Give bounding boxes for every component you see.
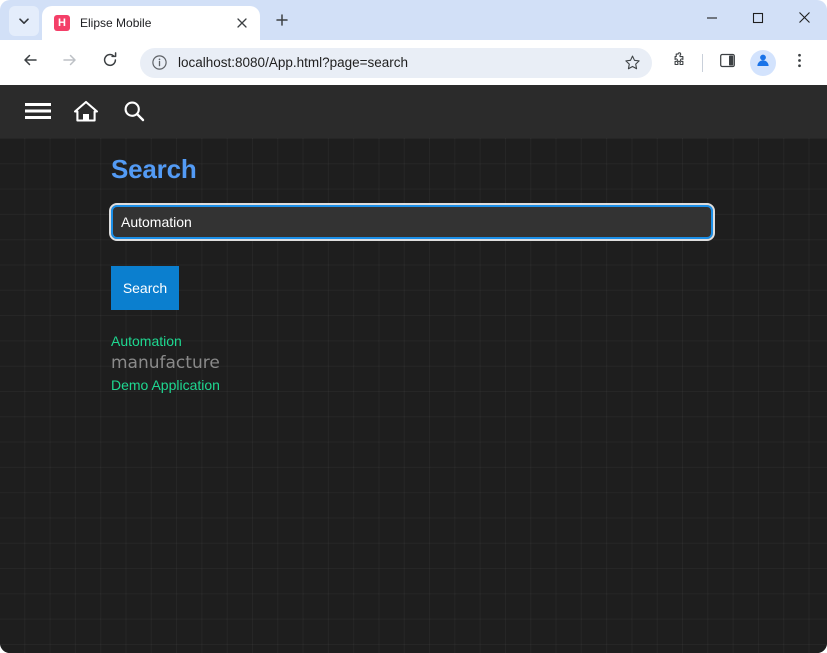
page-viewport: Search Search Automation manufacture Dem… <box>0 85 827 653</box>
new-tab-button[interactable] <box>268 8 296 36</box>
reload-icon <box>101 51 119 74</box>
puzzle-piece-icon <box>669 51 688 75</box>
result-item-manufacture: manufacture <box>111 352 220 375</box>
browser-toolbar: localhost:8080/App.html?page=search <box>0 40 827 85</box>
plus-icon <box>275 13 289 32</box>
address-bar[interactable]: localhost:8080/App.html?page=search <box>140 48 652 78</box>
back-button[interactable] <box>15 48 45 78</box>
side-panel-button[interactable] <box>713 49 741 77</box>
page-title: Search <box>111 146 827 185</box>
tab-title: Elipse Mobile <box>80 16 232 30</box>
back-arrow-icon <box>21 51 39 74</box>
browser-menu-button[interactable] <box>785 49 813 77</box>
address-bar-url[interactable]: localhost:8080/App.html?page=search <box>178 55 622 70</box>
extensions-button[interactable] <box>664 49 692 77</box>
minimize-icon <box>706 11 718 29</box>
search-icon[interactable] <box>110 91 158 131</box>
window-maximize-button[interactable] <box>735 0 781 40</box>
home-icon[interactable] <box>62 91 110 131</box>
browser-titlebar: H Elipse Mobile <box>0 0 827 40</box>
result-item-automation[interactable]: Automation <box>111 331 182 352</box>
tab-search-button[interactable] <box>9 6 39 36</box>
tab-close-icon[interactable] <box>232 13 252 33</box>
three-dots-menu-icon <box>791 52 808 74</box>
favicon-glyph: H <box>58 18 66 29</box>
profile-avatar-icon <box>755 52 771 73</box>
window-controls <box>689 0 827 40</box>
search-results-list: Automation manufacture Demo Application <box>111 331 827 396</box>
search-input[interactable] <box>111 205 713 239</box>
toolbar-separator <box>702 54 703 72</box>
page-body: Search Search Automation manufacture Dem… <box>0 138 827 653</box>
close-icon <box>798 11 811 29</box>
result-item-demo-application[interactable]: Demo Application <box>111 375 220 396</box>
profile-button[interactable] <box>750 50 776 76</box>
bookmark-star-icon[interactable] <box>622 53 642 73</box>
forward-arrow-icon <box>61 51 79 74</box>
forward-button <box>55 48 85 78</box>
window-close-button[interactable] <box>781 0 827 40</box>
menu-icon[interactable] <box>14 91 62 131</box>
search-button[interactable]: Search <box>111 266 179 310</box>
reload-button[interactable] <box>95 48 125 78</box>
info-circle-icon[interactable] <box>150 54 168 72</box>
app-header <box>0 85 827 138</box>
chevron-down-icon <box>17 14 31 28</box>
page-content: Search Search Automation manufacture Dem… <box>0 138 827 396</box>
browser-tab[interactable]: H Elipse Mobile <box>42 6 260 40</box>
side-panel-icon <box>719 52 736 74</box>
maximize-icon <box>752 11 764 29</box>
browser-window: H Elipse Mobile <box>0 0 827 653</box>
window-minimize-button[interactable] <box>689 0 735 40</box>
favicon-elipse-mobile: H <box>54 15 70 31</box>
